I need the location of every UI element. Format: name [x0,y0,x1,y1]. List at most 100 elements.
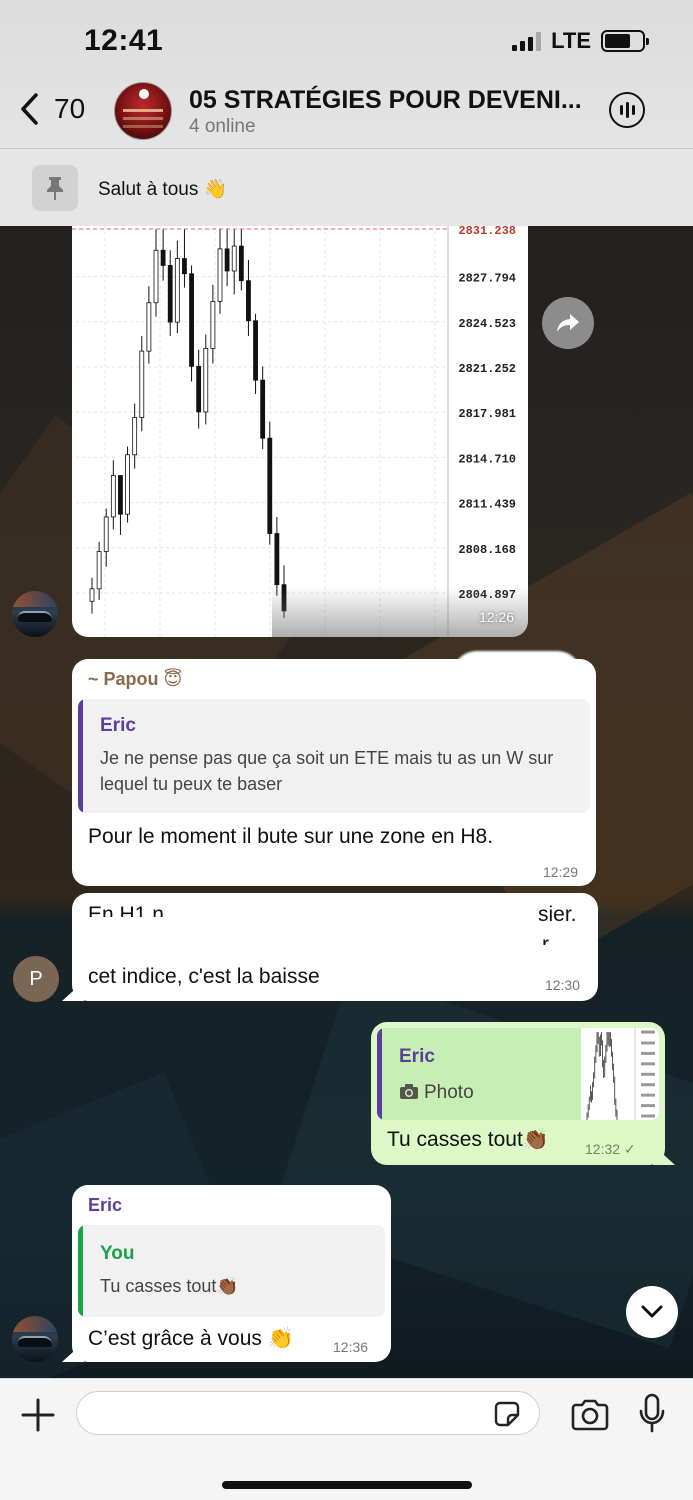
forward-arrow-icon [557,314,579,332]
voice-chat-button[interactable] [609,92,645,128]
home-indicator [222,1481,472,1489]
message-bubble-eric[interactable]: Eric You Tu casses tout👏🏾 C’est grâce à … [62,1185,391,1362]
quote-text: Tu casses tout👏🏾 [100,1276,239,1296]
candle [174,240,180,334]
candle [210,284,216,364]
candle [189,265,194,382]
candle [203,334,209,425]
candle [139,335,145,432]
message-text: cet indice, c'est la baisse [88,965,320,988]
candle [274,516,280,596]
sender-avatar[interactable]: P [13,956,59,1002]
chart-image-message[interactable]: 2831.238 2827.794 2824.523 2821.252 2817.981… [72,226,528,637]
battery-icon [601,30,649,52]
quote-sender: Eric [399,1046,435,1067]
candle [153,229,159,317]
candle [260,366,266,450]
group-avatar[interactable] [114,82,172,140]
message-time: 12:29 [542,864,578,880]
sender-avatar[interactable] [12,1316,58,1362]
candle [132,403,138,469]
message-text: Pour le moment il bute sur une zone en H… [88,825,494,848]
network-type: LTE [551,28,591,53]
message-time: 12:26 [478,609,514,625]
message-time: 12:32 ✓ [585,1141,636,1158]
candle [160,229,166,281]
message-text: C’est grâce à vous 👏 [88,1327,294,1350]
candle [118,475,123,535]
quote-thumbnail [581,1028,659,1120]
candle [246,259,251,336]
online-count: 4 online [189,116,256,137]
pin-icon [32,165,78,211]
candle [231,229,237,295]
partial-text: sier. [538,903,577,926]
candle [253,313,258,394]
thumb-tick [641,1114,655,1118]
group-title[interactable]: 05 STRATÉGIES POUR DEVENI... [189,86,582,115]
candle [281,565,287,618]
partial-text: En H1 n [88,903,164,917]
y-tick-label: 2808.168 [458,543,516,557]
status-time: 12:41 [84,24,164,57]
message-time-text: 12:32 [585,1141,621,1157]
sticker-icon[interactable] [492,1399,522,1429]
y-tick-label: 2821.252 [458,362,516,376]
back-unread-count: 70 [54,93,86,124]
camera-icon[interactable] [570,1399,610,1431]
y-tick-label: 2811.439 [458,498,516,512]
signal-icon [512,31,542,51]
reply-quote[interactable]: Eric Photo [377,1028,659,1120]
message-time: 12:36 [333,1339,369,1355]
message-input[interactable] [76,1391,540,1435]
scroll-to-bottom-button[interactable] [626,1286,678,1338]
sender-name[interactable]: ~ Papou 😇 [88,669,182,690]
y-tick-label: 2814.710 [458,452,516,466]
pinned-text: Salut à tous 👋 [98,179,228,200]
candle [267,421,273,545]
pinned-message-bar[interactable]: Salut à tous 👋 [0,148,693,226]
thumb-tick [641,1030,655,1034]
sender-avatar[interactable] [12,591,58,637]
y-tick-label: 2817.981 [458,407,516,421]
quote-sender: You [100,1243,135,1264]
forward-button[interactable] [542,297,594,349]
y-tick-label: 2831.238 [458,226,516,238]
candle [196,349,202,429]
sender-name[interactable]: Eric [88,1195,122,1216]
reply-quote[interactable]: Eric Je ne pense pas que ça soit un ETE … [78,699,590,813]
back-button[interactable]: 70 [18,92,85,126]
thumb-tick [641,1083,655,1087]
message-bubble-papou[interactable]: ~ Papou 😇 Eric Je ne pense pas que ça so… [72,651,596,886]
price-chart: 2831.238 2827.794 2824.523 2821.252 2817.981… [72,226,516,637]
thumb-tick [641,1104,655,1108]
candle [238,229,244,291]
candle [182,229,187,288]
message-text: Tu casses tout👏🏾 [387,1128,549,1151]
y-tick-label: 2824.523 [458,317,516,331]
chevron-down-icon [641,1305,663,1318]
message-bubble-p[interactable]: En H1 n sier. r cet indice, c'est la bai… [62,893,598,1001]
quote-sender: Eric [100,715,136,736]
voice-chat-icon [619,105,623,115]
sent-check-icon: ✓ [623,1141,636,1157]
candle [110,460,116,530]
candle [167,250,173,336]
message-bubble-you[interactable]: Eric Photo Tu casses tout👏🏾 12:32 ✓ [371,1022,675,1165]
thumb-tick [641,1062,655,1066]
reply-quote[interactable]: You Tu casses tout👏🏾 [78,1225,385,1317]
candle [224,229,230,287]
back-chevron-icon [21,93,38,125]
mic-icon[interactable] [638,1393,666,1435]
quote-text: Je ne pense pas que ça soit un ETE mais … [100,748,554,794]
camera-icon [399,1084,419,1105]
status-indicators: LTE [512,28,649,54]
composer-bar [0,1378,693,1500]
thumb-tick [641,1041,655,1045]
candle [125,446,130,523]
plus-icon[interactable] [20,1397,56,1433]
candle [146,286,152,364]
chat-header: 12:41 LTE 70 05 STRATÉGIES POUR DEVENI..… [0,0,693,226]
message-time: 12:30 [544,977,580,993]
candle [217,229,223,314]
